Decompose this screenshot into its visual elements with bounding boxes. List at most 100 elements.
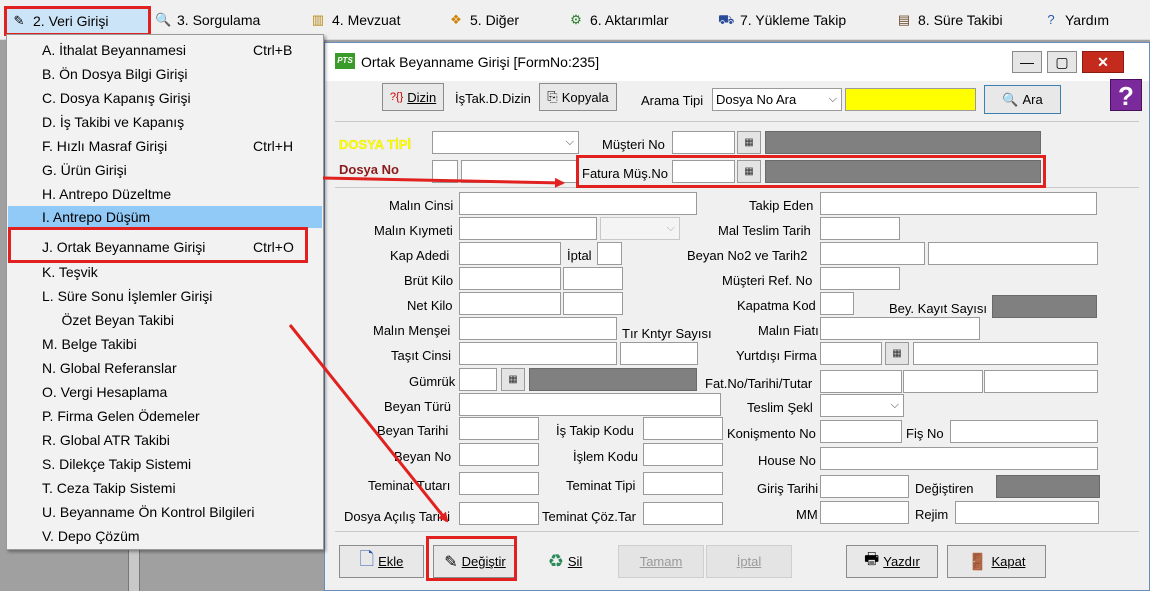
- menu-item-antrepo-duzeltme[interactable]: H. Antrepo Düzeltme: [8, 182, 322, 206]
- tasit-cinsi-input[interactable]: [459, 342, 617, 365]
- menu-item-depo-cozum[interactable]: V. Depo Çözüm: [8, 524, 322, 548]
- doviz-select[interactable]: ⌵: [600, 217, 680, 240]
- beyan-tarihi-input[interactable]: [459, 417, 539, 440]
- beyan-no-input[interactable]: [459, 443, 539, 466]
- net-kilo-input[interactable]: [459, 292, 561, 315]
- tamam-button[interactable]: Tamam: [618, 545, 704, 578]
- menu-item-tesvik[interactable]: K. Teşvik: [8, 260, 322, 284]
- teminat-tipi-label: Teminat Tipi: [566, 478, 636, 493]
- menu-item-ozet-beyan-takibi[interactable]: Özet Beyan Takibi: [8, 308, 322, 332]
- islem-kodu-input[interactable]: [643, 443, 723, 466]
- close-button[interactable]: ✕: [1082, 51, 1124, 73]
- lookup-icon[interactable]: ▦: [501, 368, 525, 391]
- gumruk-input[interactable]: [459, 368, 497, 391]
- rejim-input[interactable]: [955, 501, 1099, 524]
- malin-cinsi-input[interactable]: [459, 192, 697, 215]
- brut-kilo-input[interactable]: [459, 267, 561, 290]
- beyan-no2-input[interactable]: [820, 242, 925, 265]
- iptal-input[interactable]: [597, 242, 622, 265]
- menu-item-on-dosya-bilgi-girisi[interactable]: B. Ön Dosya Bilgi Girişi: [8, 62, 322, 86]
- dosya-tipi-select[interactable]: ⌵: [432, 131, 579, 154]
- help-icon[interactable]: ?: [1110, 79, 1142, 111]
- tir-kntyr-sayisi-input[interactable]: [620, 342, 698, 365]
- ekle-button[interactable]: 🗋 Ekle: [339, 545, 424, 578]
- kopyala-button[interactable]: ⎘ Kopyala: [539, 83, 617, 111]
- kapat-button[interactable]: 🚪 Kapat: [947, 545, 1046, 578]
- menu-sure-takibi[interactable]: ▤ 8. Süre Takibi: [896, 9, 1003, 31]
- teminat-tutari-input[interactable]: [459, 472, 539, 495]
- konismento-no-label: Konişmento No: [727, 426, 816, 441]
- menu-item-beyanname-on-kontrol[interactable]: U. Beyanname Ön Kontrol Bilgileri: [8, 500, 322, 524]
- malin-kiymeti-input[interactable]: [459, 217, 597, 240]
- house-no-input[interactable]: [820, 447, 1098, 470]
- menu-item-sure-sonu-islemler[interactable]: L. Süre Sonu İşlemler Girişi: [8, 284, 322, 308]
- malin-mensei-label: Malın Menşei: [373, 323, 451, 338]
- malin-mensei-input[interactable]: [459, 317, 617, 340]
- menu-item-antrepo-dusum[interactable]: I. Antrepo Düşüm: [8, 206, 322, 228]
- dosya-acilis-tarihi-input[interactable]: [459, 502, 539, 525]
- musteri-no-input[interactable]: [672, 131, 735, 154]
- takip-eden-label: Takip Eden: [749, 198, 814, 213]
- teslim-sekli-select[interactable]: ⌵: [820, 394, 904, 417]
- chevron-down-icon: ⌵: [890, 399, 899, 411]
- yurtdisi-firma-name-input[interactable]: [913, 342, 1098, 365]
- is-takip-kodu-input[interactable]: [643, 417, 723, 440]
- dizin-button[interactable]: ?{} Dizin: [382, 83, 444, 111]
- menu-aktarimlar[interactable]: ⚙ 6. Aktarımlar: [568, 9, 668, 31]
- arama-tipi-select[interactable]: Dosya No Ara ⌵: [712, 88, 842, 111]
- brut-kilo-unit-input[interactable]: [563, 267, 623, 290]
- menu-diger[interactable]: ❖ 5. Diğer: [448, 9, 519, 31]
- dosya-no-prefix-input[interactable]: [432, 160, 458, 183]
- maximize-button[interactable]: ▢: [1047, 51, 1077, 73]
- tarih2-input[interactable]: [928, 242, 1098, 265]
- fat-tutar-input[interactable]: [984, 370, 1098, 393]
- menu-veri-girisi[interactable]: ✎ 2. Veri Girişi: [4, 6, 151, 36]
- sil-button[interactable]: ♻ Sil: [525, 545, 605, 578]
- menu-item-hizli-masraf-girisi[interactable]: F. Hızlı Masraf Girişi Ctrl+H: [8, 134, 322, 158]
- mal-teslim-tarih-input[interactable]: [820, 217, 900, 240]
- menu-item-vergi-hesaplama[interactable]: O. Vergi Hesaplama: [8, 380, 322, 404]
- menu-yardim-label: Yardım: [1065, 12, 1110, 28]
- takip-eden-input[interactable]: [820, 192, 1097, 215]
- net-kilo-unit-input[interactable]: [563, 292, 623, 315]
- menu-yardim[interactable]: ? Yardım: [1043, 9, 1109, 31]
- konismento-no-input[interactable]: [820, 420, 902, 443]
- menu-item-global-referanslar[interactable]: N. Global Referanslar: [8, 356, 322, 380]
- lookup-icon[interactable]: ▦: [885, 342, 909, 365]
- dosya-no-input[interactable]: [461, 160, 577, 183]
- menu-item-urun-girisi[interactable]: G. Ürün Girişi: [8, 158, 322, 182]
- menu-item-firma-gelen-odemeler[interactable]: P. Firma Gelen Ödemeler: [8, 404, 322, 428]
- menu-item-ithalat-beyannamesi[interactable]: A. İthalat Beyannamesi Ctrl+B: [8, 38, 322, 62]
- window-titlebar[interactable]: PTS Ortak Beyanname Girişi [FormNo:235] …: [325, 43, 1149, 81]
- iptal-button[interactable]: İptal: [706, 545, 792, 578]
- giris-tarihi-input[interactable]: [820, 475, 909, 498]
- menu-mevzuat[interactable]: ▥ 4. Mevzuat: [310, 9, 401, 31]
- menu-item-belge-takibi[interactable]: M. Belge Takibi: [8, 332, 322, 356]
- menu-item-dosya-kapanis-girisi[interactable]: C. Dosya Kapanış Girişi: [8, 86, 322, 110]
- menu-yukleme-takip[interactable]: ⛟ 7. Yükleme Takip: [718, 9, 846, 31]
- yurtdisi-firma-input[interactable]: [820, 342, 882, 365]
- menu-sorgulama[interactable]: 🔍 3. Sorgulama: [155, 9, 260, 31]
- fat-tarihi-input[interactable]: [903, 370, 983, 393]
- istak-dizin-link[interactable]: İşTak.D.Dizin: [455, 91, 531, 106]
- fis-no-input[interactable]: [950, 420, 1098, 443]
- mm-input[interactable]: [820, 501, 909, 524]
- search-input[interactable]: [845, 88, 976, 111]
- menu-item-ceza-takip-sistemi[interactable]: T. Ceza Takip Sistemi: [8, 476, 322, 500]
- ara-button[interactable]: 🔍 Ara: [984, 85, 1061, 114]
- brut-kilo-label: Brüt Kilo: [404, 273, 454, 288]
- teminat-coz-tar-input[interactable]: [643, 502, 723, 525]
- menu-item-global-atr-takibi[interactable]: R. Global ATR Takibi: [8, 428, 322, 452]
- musteri-ref-no-input[interactable]: [820, 267, 900, 290]
- malin-fiati-input[interactable]: [820, 317, 980, 340]
- kapatma-kod-input[interactable]: [820, 292, 854, 315]
- menu-item-dilekce-takip-sistemi[interactable]: S. Dilekçe Takip Sistemi: [8, 452, 322, 476]
- kap-adedi-input[interactable]: [459, 242, 561, 265]
- menu-item-is-takibi-ve-kapanis[interactable]: D. İş Takibi ve Kapanış: [8, 110, 322, 134]
- lookup-icon[interactable]: ▦: [737, 131, 761, 154]
- fat-no-input[interactable]: [820, 370, 902, 393]
- yazdir-button[interactable]: 🖶 Yazdır: [846, 545, 938, 578]
- minimize-button[interactable]: —: [1012, 51, 1042, 73]
- beyan-turu-input[interactable]: [459, 393, 721, 416]
- teminat-tipi-input[interactable]: [643, 472, 723, 495]
